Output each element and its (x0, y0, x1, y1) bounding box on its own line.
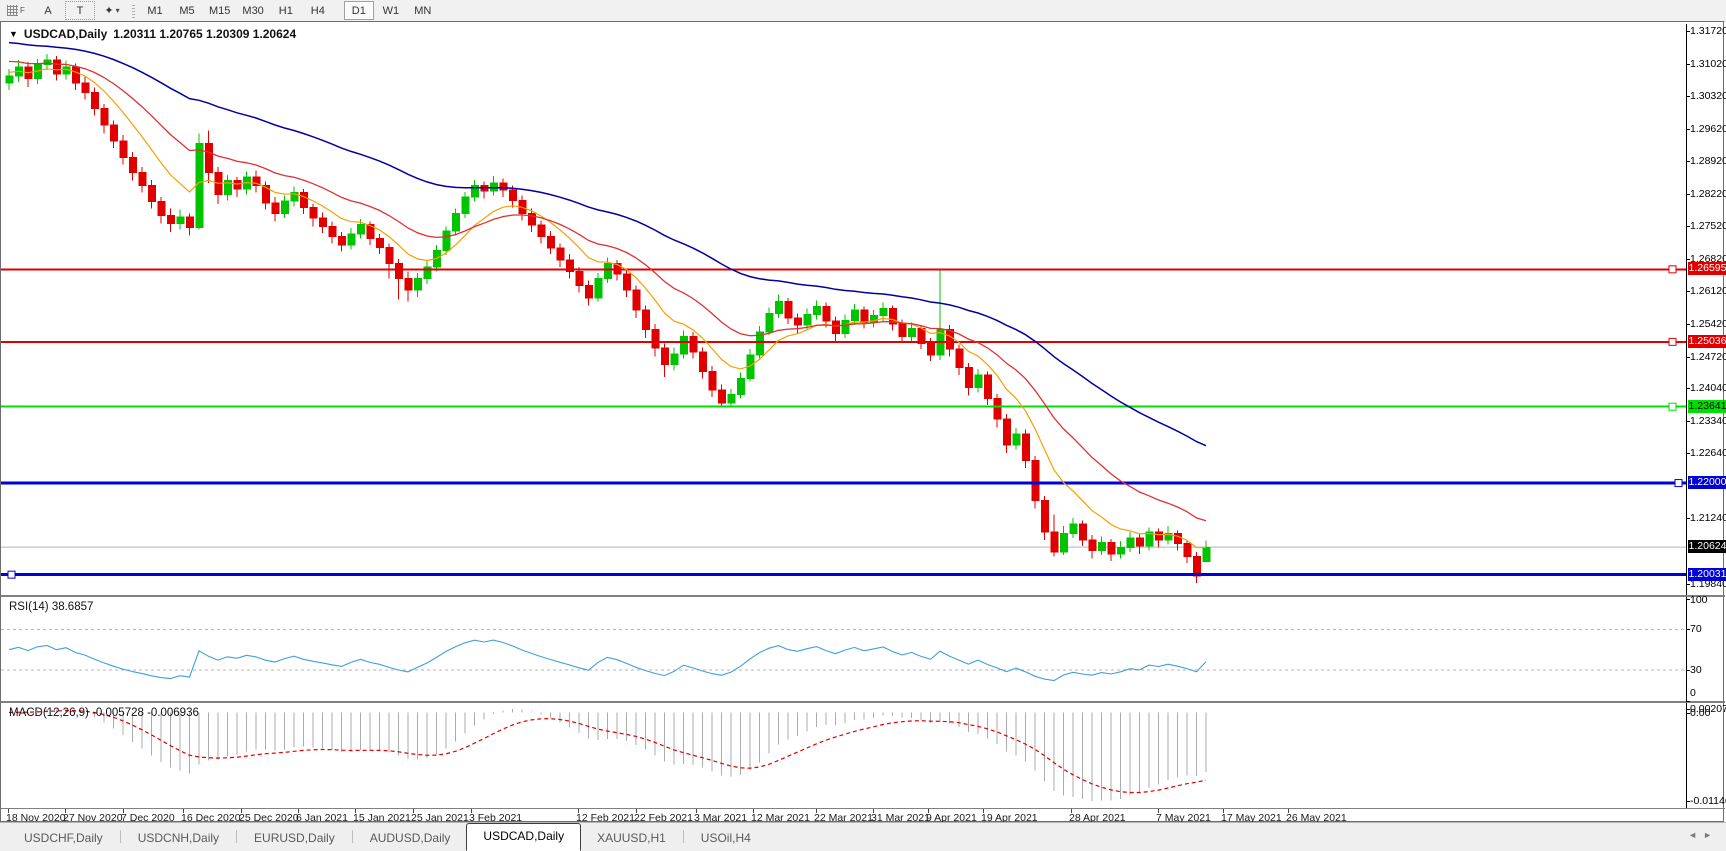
main-chart (1, 24, 1687, 595)
ma-slow-blue (8, 41, 1207, 447)
timeframe-m30-button[interactable]: M30 (237, 1, 268, 20)
chart-tabbar: USDCHF,Daily USDCNH,Daily EURUSD,Daily AUDU… (0, 822, 1726, 851)
rsi-label: RSI(14) 38.6857 (9, 601, 94, 613)
price-tick-label: 1.26120 (1690, 285, 1726, 297)
timeframe-toolbar: M1 M5 M15 M30 H1 H4 D1 W1 MN (139, 1, 439, 20)
text-t-tool-button[interactable]: T (65, 1, 95, 20)
tab-usdchf-daily[interactable]: USDCHF,Daily (8, 827, 119, 851)
trading-terminal: F A T ✦ ▾ M1 M5 M15 M30 H1 H4 D1 W1 MN ▼ USDCAD,Dail… (0, 0, 1726, 851)
price-tick-label: 1.23340 (1690, 415, 1726, 427)
chart-title: ▼ USDCAD,Daily 1.20311 1.20765 1.20309 1… (9, 27, 296, 41)
candles-layer (5, 54, 1211, 584)
rsi-tick (1686, 701, 1690, 702)
tab-separator (119, 830, 121, 843)
rsi-tick-label: 0 (1690, 687, 1696, 699)
tabs-scroll-right-icon[interactable]: ► (1703, 830, 1718, 840)
tab-separator (351, 830, 353, 843)
timeframe-m1-button[interactable]: M1 (140, 1, 170, 20)
tab-audusd-daily[interactable]: AUDUSD,Daily (354, 827, 467, 851)
tool-label: ✦ (104, 5, 114, 17)
timeframe-h1-button[interactable]: H1 (271, 1, 301, 20)
rsi-panel (1, 597, 1687, 701)
rsi-tick-label: 100 (1690, 594, 1708, 606)
timeframe-m5-button[interactable]: M5 (172, 1, 202, 20)
text-a-tool-button[interactable]: A (33, 1, 63, 20)
tab-usdcnh-daily[interactable]: USDCNH,Daily (122, 827, 235, 851)
chart-window: ▼ USDCAD,Daily 1.20311 1.20765 1.20309 1… (0, 21, 1726, 824)
price-level-badge: 1.20031 (1688, 568, 1726, 581)
ma-fast-orange (8, 68, 1207, 549)
drawing-toolbar: F A T ✦ ▾ (0, 1, 128, 20)
macd-tick-label: 0.00 (1690, 706, 1711, 719)
tabbar-scroll-arrows: ◄► (1688, 830, 1718, 840)
price-tick-label: 1.28920 (1690, 155, 1726, 167)
rsi-line (8, 639, 1207, 682)
hline-handle-1.25036[interactable] (1668, 337, 1677, 346)
top-toolbar: F A T ✦ ▾ M1 M5 M15 M30 H1 H4 D1 W1 MN (0, 0, 1726, 22)
current-price-badge: 1.20624 (1688, 540, 1726, 553)
drawing-tools-button[interactable]: ✦ ▾ (97, 1, 127, 20)
tab-usdcad-daily[interactable]: USDCAD,Daily (466, 823, 582, 851)
price-tick-label: 1.31020 (1690, 58, 1726, 70)
rsi-tick-label: 30 (1690, 664, 1702, 677)
price-level-badge: 1.22000 (1688, 476, 1726, 489)
hline-handle-1.23641[interactable] (1668, 402, 1677, 411)
timeframe-mn-button[interactable]: MN (408, 1, 438, 20)
tab-eurusd-daily[interactable]: EURUSD,Daily (238, 827, 351, 851)
panel-separator (1, 808, 1725, 809)
grid-tool-icon (7, 5, 19, 16)
tool-label: A (44, 4, 52, 17)
price-tick-label: 1.24040 (1690, 382, 1726, 394)
dropdown-caret-icon: ▾ (115, 6, 120, 15)
hline-handle-1.26595[interactable] (1668, 265, 1677, 274)
chart-collapse-icon[interactable]: ▼ (9, 29, 18, 39)
price-tick-label: 1.30320 (1690, 90, 1726, 102)
tab-separator (682, 830, 684, 843)
grid-tool-button[interactable]: F (1, 1, 31, 20)
price-level-badge: 1.23641 (1688, 400, 1726, 413)
price-level-badge: 1.25036 (1688, 335, 1726, 348)
price-tick-label: 1.22640 (1690, 447, 1726, 459)
macd-tick-label: -0.011462 (1690, 795, 1726, 807)
timeframe-w1-button[interactable]: W1 (376, 1, 406, 20)
toolbar-drag-handle[interactable] (132, 3, 135, 18)
macd-label: MACD(12,26,9) -0.005728 -0.006936 (9, 707, 199, 719)
hline-handle-1.20031[interactable] (7, 570, 16, 579)
price-tick-label: 1.21240 (1690, 512, 1726, 524)
price-tick-label: 1.25420 (1690, 318, 1726, 330)
tabs-scroll-left-icon[interactable]: ◄ (1688, 830, 1703, 840)
tool-label: T (76, 4, 84, 17)
tab-usoil-h4[interactable]: USOil,H4 (685, 827, 767, 851)
timeframe-d1-button[interactable]: D1 (343, 1, 374, 20)
timeframe-h4-button[interactable]: H4 (303, 1, 333, 20)
tab-separator (236, 830, 238, 843)
price-tick-label: 1.27520 (1690, 220, 1726, 232)
timeframe-m15-button[interactable]: M15 (204, 1, 235, 20)
hline-handle-1.22000[interactable] (1674, 479, 1683, 488)
price-tick-label: 1.24720 (1690, 351, 1726, 363)
grid-tool-label: F (20, 6, 25, 15)
price-tick-label: 1.28220 (1690, 188, 1726, 200)
chart-ohlc-values: 1.20311 1.20765 1.20309 1.20624 (113, 27, 297, 41)
tab-xauusd-h1[interactable]: XAUUSD,H1 (581, 827, 682, 851)
macd-panel (8, 703, 1687, 808)
rsi-tick-label: 70 (1690, 623, 1702, 636)
price-tick-label: 1.29620 (1690, 123, 1726, 135)
price-tick-label: 1.31720 (1690, 25, 1726, 37)
chart-symbol-label: USDCAD,Daily (23, 27, 108, 41)
price-level-badge: 1.26595 (1688, 262, 1726, 275)
